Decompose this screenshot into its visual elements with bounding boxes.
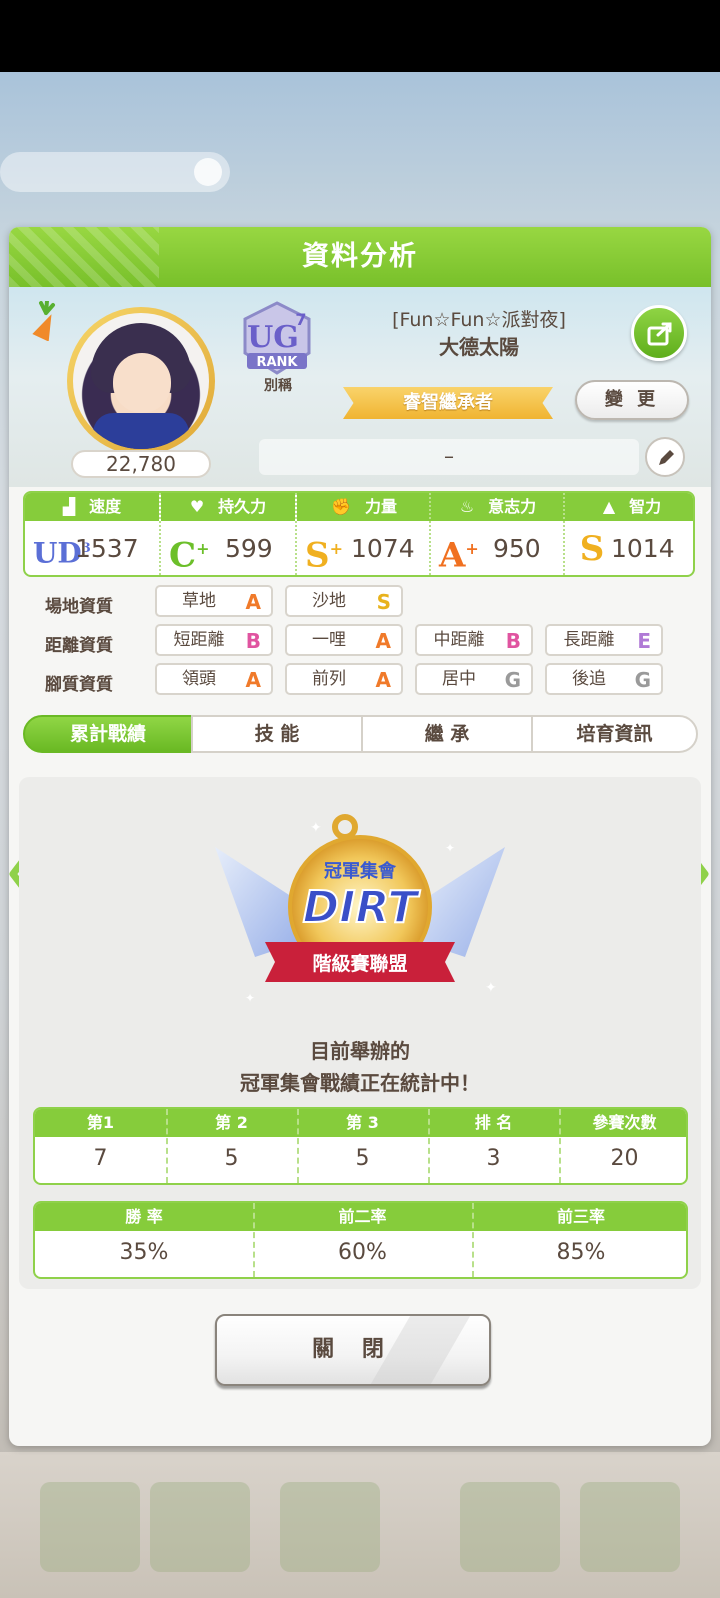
header-top2-rate: 前二率 xyxy=(253,1203,472,1231)
status-message-line2: 冠軍集會戰績正在統計中！ xyxy=(240,1071,480,1095)
tab-inheritance[interactable]: 繼 承 xyxy=(361,715,533,753)
value-2nd: 5 xyxy=(224,1146,239,1171)
stat-power: ✊ 力量 S+ 1074 xyxy=(297,493,431,575)
emblem-main-text: DIRT xyxy=(303,882,421,933)
stat-value: 1074 xyxy=(351,534,415,563)
aptitude-long: 長距離 E xyxy=(545,624,663,656)
value-3rd: 5 xyxy=(355,1146,370,1171)
emblem-ribbon-text: 階級賽聯盟 xyxy=(312,952,407,975)
value-win-rate: 35% xyxy=(119,1240,169,1265)
share-icon xyxy=(647,322,672,346)
profile-section: 22,780 UG 7 RANK 別稱 [Fun☆Fun☆派對夜] 大德太陽 睿… xyxy=(9,287,711,487)
heart-icon: ♥ xyxy=(189,497,205,516)
share-button[interactable] xyxy=(631,305,687,361)
aptitude-runner: 領頭 A xyxy=(155,663,273,695)
header-top3-rate: 前三率 xyxy=(472,1203,686,1231)
aptitude-leader: 前列 A xyxy=(285,663,403,695)
shoe-icon: ▟ xyxy=(62,497,76,516)
carrot-icon xyxy=(32,301,55,341)
stat-value: 950 xyxy=(493,534,541,563)
stat-wisdom: ▲ 智力 S 1014 xyxy=(565,493,693,575)
stat-value: 599 xyxy=(225,534,273,563)
value-top3-rate: 85% xyxy=(556,1240,606,1265)
stat-grade: S xyxy=(579,529,605,569)
background-pill xyxy=(0,152,230,192)
stat-grade: C+ xyxy=(169,535,210,576)
dialog-title: 資料分析 xyxy=(302,241,418,272)
cap-icon: ▲ xyxy=(602,497,616,516)
placement-table: 第1 第 2 第 3 排 名 參賽次數 7 5 5 3 20 xyxy=(33,1107,688,1185)
svg-text:✦: ✦ xyxy=(485,980,497,996)
stat-value: 1537 xyxy=(75,534,139,563)
fan-count-badge: 22,780 xyxy=(71,450,211,478)
status-bar xyxy=(0,0,720,72)
tab-career-results[interactable]: 累計戰績 xyxy=(23,715,193,753)
tab-skills[interactable]: 技 能 xyxy=(191,715,363,753)
header-win-rate: 勝 率 xyxy=(35,1203,253,1231)
stat-value: 1014 xyxy=(611,534,675,563)
rank-title-label: 別稱 xyxy=(264,378,292,394)
dialog-header: 資料分析 xyxy=(9,227,711,287)
tab-bar: 累計戰績 技 能 繼 承 培育資訊 xyxy=(23,715,698,755)
stat-guts: ♨ 意志力 A+ 950 xyxy=(431,493,565,575)
status-message-line1: 目前舉辦的 xyxy=(310,1039,410,1063)
stats-table: ▟ 速度 UD3 1537 ♥ 持久力 C+ 599 ✊ 力量 S+ 1074 ♨ 意志… xyxy=(23,491,695,577)
rank-label-text: RANK xyxy=(256,355,298,370)
stat-grade: S+ xyxy=(305,535,343,576)
muscle-icon: ✊ xyxy=(331,497,351,516)
flame-icon: ♨ xyxy=(459,497,475,516)
header-1st: 第1 xyxy=(35,1109,166,1137)
distance-aptitude-label: 距離資質 xyxy=(45,636,113,656)
stat-speed: ▟ 速度 UD3 1537 xyxy=(25,493,159,575)
aptitude-turf: 草地 A xyxy=(155,585,273,617)
epithet-banner: 睿智繼承者 xyxy=(343,387,553,419)
svg-text:✦: ✦ xyxy=(245,991,255,1005)
value-top2-rate: 60% xyxy=(338,1240,387,1265)
header-3rd: 第 3 xyxy=(297,1109,428,1137)
rank-sub-text: 7 xyxy=(295,310,306,329)
emblem-top-text: 冠軍集會 xyxy=(324,860,397,882)
aptitude-medium: 中距離 B xyxy=(415,624,533,656)
aptitude-betweener: 居中 G xyxy=(415,663,533,695)
aptitude-mile: 一哩 A xyxy=(285,624,403,656)
style-aptitude-label: 腳質資質 xyxy=(45,675,113,695)
character-name: 大德太陽 xyxy=(439,335,519,359)
career-results-content: 冠軍集會 DIRT 階級賽聯盟 ✦ ✦ ✦ ✦ 目前舉辦的 冠軍集會戰績正在統計… xyxy=(19,777,701,1289)
header-2nd: 第 2 xyxy=(166,1109,297,1137)
aptitude-dirt: 沙地 S xyxy=(285,585,403,617)
aptitude-chaser: 後追 G xyxy=(545,663,663,695)
rank-emblem-icon: UG 7 RANK xyxy=(243,301,311,375)
rate-table: 勝 率 前二率 前三率 35% 60% 85% xyxy=(33,1201,688,1279)
track-aptitude-label: 場地資質 xyxy=(45,597,113,617)
background-menu xyxy=(0,1452,720,1598)
aptitude-sprint: 短距離 B xyxy=(155,624,273,656)
comment-field: – xyxy=(259,439,639,475)
svg-text:✦: ✦ xyxy=(445,841,455,855)
character-outfit-title: [Fun☆Fun☆派對夜] xyxy=(392,309,566,331)
stat-grade: UD3 xyxy=(33,536,91,570)
tab-training-info[interactable]: 培育資訊 xyxy=(531,715,698,753)
stat-stamina: ♥ 持久力 C+ 599 xyxy=(161,493,295,575)
header-entries: 參賽次數 xyxy=(559,1109,686,1137)
value-entries: 20 xyxy=(610,1146,639,1171)
data-analysis-dialog: 資料分析 22,780 UG 7 RANK 別稱 [Fun☆Fun☆派對夜] 大… xyxy=(9,227,711,1446)
close-button-label: 關 閉 xyxy=(312,1337,394,1362)
svg-text:✦: ✦ xyxy=(310,820,322,836)
champions-meeting-dirt-emblem: 冠軍集會 DIRT 階級賽聯盟 ✦ ✦ ✦ ✦ xyxy=(215,814,505,1005)
header-rank: 排 名 xyxy=(428,1109,559,1137)
stat-grade: A+ xyxy=(439,535,479,576)
rank-grade-text: UG xyxy=(247,320,299,355)
value-rank: 3 xyxy=(486,1146,501,1171)
close-button[interactable]: 關 閉 xyxy=(215,1314,491,1386)
value-1st: 7 xyxy=(93,1146,108,1171)
pencil-icon xyxy=(659,450,674,465)
character-avatar[interactable] xyxy=(67,307,215,455)
change-title-button[interactable]: 變 更 xyxy=(575,380,689,420)
edit-comment-button[interactable] xyxy=(645,437,685,477)
